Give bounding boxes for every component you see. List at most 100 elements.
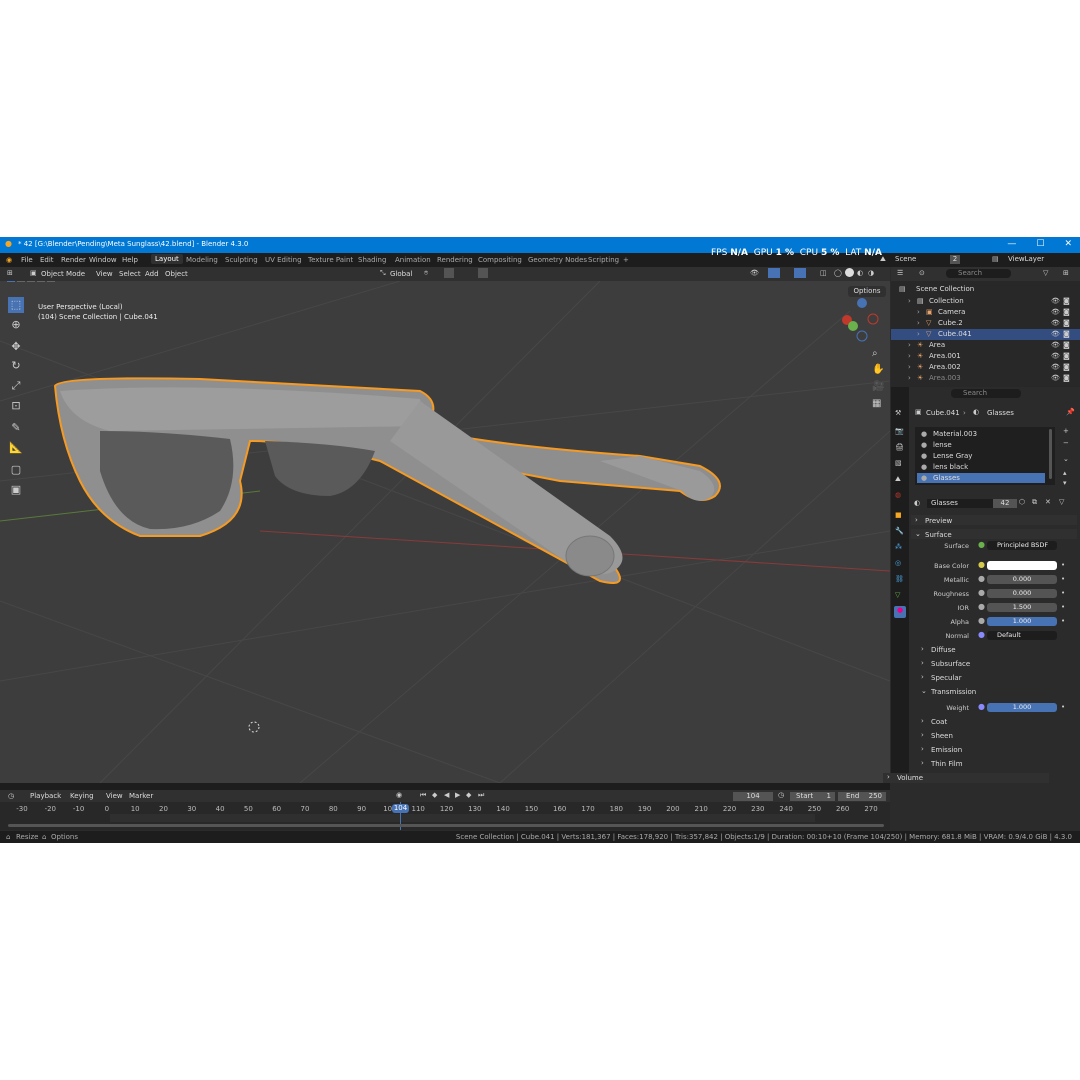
material-slot-item[interactable]: ● lense [917, 440, 1045, 450]
tab-scripting[interactable]: Scripting [588, 256, 619, 264]
subpanel-specular[interactable]: › Specular [919, 673, 1069, 683]
expand-chevron-icon[interactable]: › [908, 363, 911, 371]
wireframe-shading-icon[interactable]: ◯ [834, 269, 842, 277]
tab-compositing[interactable]: Compositing [478, 256, 522, 264]
menu-help[interactable]: Help [122, 256, 138, 264]
timeline-view-menu[interactable]: View [106, 792, 123, 800]
subpanel-emission[interactable]: › Emission [919, 745, 1069, 755]
eye-icon[interactable]: 👁 [1051, 330, 1060, 338]
outliner-item[interactable]: › ☀ Area.001 👁 ◙ [891, 351, 1080, 362]
expand-chevron-icon[interactable]: › [917, 319, 920, 327]
annotate-tool-icon[interactable]: ✎ [8, 420, 24, 436]
scene-tab-icon[interactable]: ⛰ [895, 475, 901, 484]
keyframe-dot-icon[interactable]: • [1061, 589, 1065, 597]
roughness-field[interactable]: 0.000 [987, 589, 1057, 598]
normal-field[interactable]: Default [987, 631, 1057, 640]
view-layer-selector[interactable]: ViewLayer [1008, 255, 1048, 264]
rendered-shading-icon[interactable]: ◑ [868, 269, 874, 277]
jump-end-icon[interactable]: ⏭ [478, 791, 484, 800]
current-frame-field[interactable]: 104 [733, 792, 773, 801]
properties-search-input[interactable]: Search [951, 389, 1021, 398]
marker-menu[interactable]: Marker [129, 792, 153, 800]
outliner-item[interactable]: › ▣ Camera 👁 ◙ [891, 307, 1080, 318]
material-slot-item[interactable]: ● Glasses [917, 473, 1045, 483]
material-shading-icon[interactable]: ◐ [857, 269, 863, 277]
object-menu[interactable]: Object [165, 270, 188, 278]
render-camera-icon[interactable]: ◙ [1063, 363, 1070, 371]
preview-range-icon[interactable]: ◷ [778, 791, 784, 799]
outliner-search-input[interactable]: Search [946, 269, 1011, 278]
keyframe-dot-icon[interactable]: • [1061, 603, 1065, 611]
material-tab-icon[interactable]: ● [894, 606, 906, 618]
3d-viewport[interactable]: ⬚ ⊕ ✥ ↻ ⤢ ⊡ ✎ 📐 ▢ ▣ User Perspective (Lo… [0, 281, 890, 783]
options-dropdown[interactable]: Options [848, 286, 886, 297]
keyframe-dot-icon[interactable]: • [1061, 575, 1065, 583]
socket-icon[interactable]: ● [978, 702, 985, 711]
mode-selector[interactable]: Object Mode [41, 270, 85, 278]
tool-tab-icon[interactable]: ⚒ [895, 409, 901, 417]
visibility-icon[interactable]: 👁 [750, 269, 759, 277]
remove-slot-icon[interactable]: − [1063, 439, 1069, 447]
render-camera-icon[interactable]: ◙ [1063, 297, 1070, 305]
keyframe-dot-icon[interactable]: • [1061, 617, 1065, 625]
subpanel-subsurface[interactable]: › Subsurface [919, 659, 1069, 669]
outliner-editor-icon[interactable]: ☰ [897, 269, 903, 277]
timeline-area[interactable]: -30 -20 -10 0 10 20 30 40 50 60 70 80 90 100 110 120 130… [0, 802, 890, 830]
base-color-field[interactable] [987, 561, 1057, 570]
select-box-tool-icon[interactable]: ⬚ [8, 297, 24, 313]
outliner-item[interactable]: › ☀ Area.002 👁 ◙ [891, 362, 1080, 373]
zoom-icon[interactable]: ⌕ [872, 348, 878, 359]
add-slot-icon[interactable]: + [1063, 427, 1069, 435]
start-frame-field[interactable]: Start 1 [790, 792, 835, 801]
render-camera-icon[interactable]: ◙ [1063, 319, 1070, 327]
eye-icon[interactable]: 👁 [1051, 374, 1060, 382]
overlay-toggle-icon[interactable] [794, 268, 806, 278]
auto-keying-icon[interactable]: ◉ [396, 791, 402, 799]
material-slot-item[interactable]: ● Material.003 [917, 429, 1045, 439]
render-camera-icon[interactable]: ◙ [1063, 374, 1070, 382]
keyframe-dot-icon[interactable]: • [1061, 561, 1065, 569]
maximize-button[interactable]: ☐ [1036, 239, 1044, 249]
rotate-tool-icon[interactable]: ↻ [8, 358, 24, 374]
render-camera-icon[interactable]: ◙ [1063, 330, 1070, 338]
socket-icon[interactable]: ● [978, 560, 985, 569]
particles-tab-icon[interactable]: ⁂ [895, 543, 902, 551]
scene-collection-label[interactable]: Scene Collection [916, 285, 974, 295]
outliner-item[interactable]: › ▤ Collection 👁 ◙ [891, 296, 1080, 307]
duplicate-material-icon[interactable]: ⧉ [1032, 498, 1037, 507]
surface-field[interactable]: Principled BSDF [987, 541, 1057, 550]
slot-list-scrollbar[interactable] [1049, 429, 1052, 479]
subpanel-coat[interactable]: › Coat [919, 717, 1069, 727]
object-tab-icon[interactable]: ■ [895, 511, 902, 519]
next-keyframe-icon[interactable]: ◆ [466, 791, 471, 799]
transform-tool-icon[interactable]: ⊡ [8, 398, 24, 414]
minimize-button[interactable]: — [1007, 239, 1016, 249]
material-slot-item[interactable]: ● Lense Gray [917, 451, 1045, 461]
select-invert-icon[interactable] [37, 281, 45, 282]
add-workspace-button[interactable]: + [623, 256, 629, 264]
material-filter-icon[interactable]: ▽ [1059, 498, 1064, 506]
outliner-item[interactable]: › ▽ Cube.2 👁 ◙ [891, 318, 1080, 329]
tab-texture-paint[interactable]: Texture Paint [308, 256, 353, 264]
menu-file[interactable]: File [21, 256, 33, 264]
scene-selector[interactable]: Scene [895, 255, 945, 264]
expand-chevron-icon[interactable]: › [917, 308, 920, 316]
subpanel-transmission[interactable]: ⌄ Transmission [919, 687, 1069, 697]
slot-specials-icon[interactable]: ⌄ [1063, 455, 1069, 463]
solid-shading-icon[interactable] [845, 268, 854, 277]
expand-chevron-icon[interactable]: › [908, 352, 911, 360]
modifier-tab-icon[interactable]: 🔧 [895, 527, 904, 535]
tab-layout[interactable]: Layout [151, 254, 183, 264]
socket-icon[interactable]: ● [978, 588, 985, 597]
tab-modeling[interactable]: Modeling [186, 256, 218, 264]
scene-icon[interactable]: ⛰ [880, 255, 886, 264]
eye-icon[interactable]: 👁 [1051, 341, 1060, 349]
select-extend-icon[interactable] [17, 281, 25, 282]
timeline-scrollbar[interactable] [8, 824, 884, 827]
cursor-tool-icon[interactable]: ⊕ [8, 317, 24, 333]
proportional-edit-icon[interactable] [478, 268, 488, 278]
render-tab-icon[interactable]: 📷 [895, 427, 904, 435]
select-menu[interactable]: Select [119, 270, 141, 278]
outliner-item[interactable]: › ☀ Area 👁 ◙ [891, 340, 1080, 351]
tab-animation[interactable]: Animation [395, 256, 431, 264]
